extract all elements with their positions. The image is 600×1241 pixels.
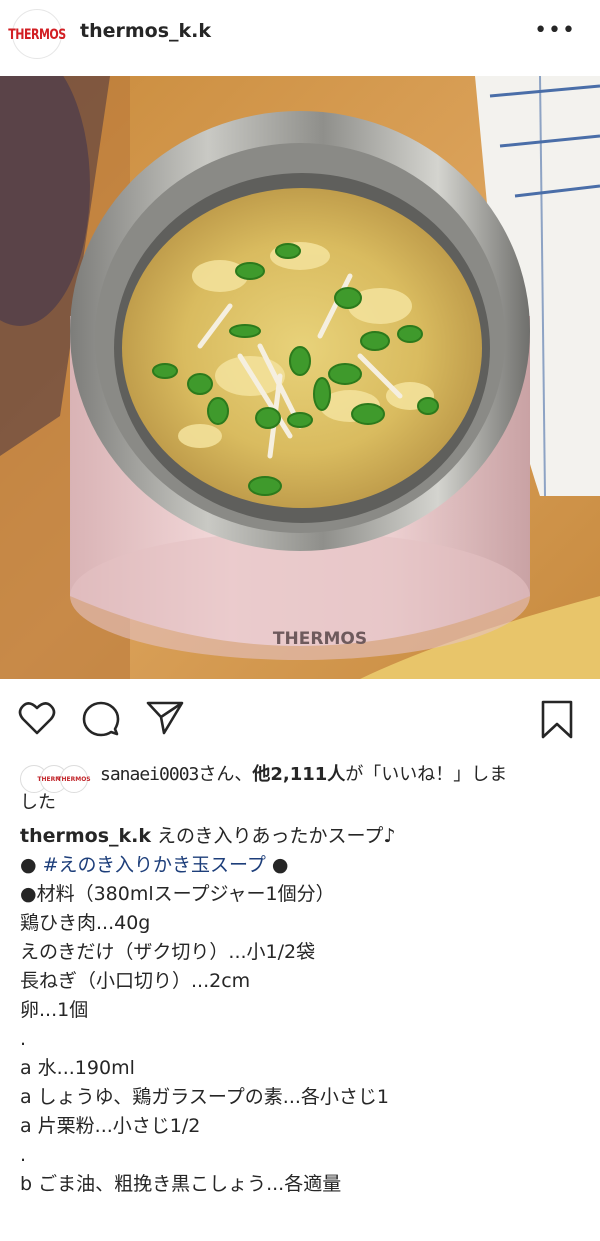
caption-line: b ごま油、粗挽き黒こしょう...各適量 [20, 1173, 342, 1195]
caption-title: えのき入りあったかスープ♪ [151, 825, 396, 847]
caption-line: えのきだけ（ザク切り）...小1/2袋 [20, 941, 316, 963]
send-icon [146, 701, 184, 735]
bullet: ● [20, 854, 43, 876]
caption-line: . [20, 1028, 27, 1050]
caption-line: 長ねぎ（小口切り）...2cm [20, 970, 251, 992]
jar-brand-label: THERMOS [273, 629, 367, 649]
avatar-logo-text: THERMOS [8, 25, 66, 43]
caption-hashtag[interactable]: #えのき入りかき玉スープ [43, 854, 266, 876]
liker-username[interactable]: sanaei0003 [100, 764, 199, 785]
post-username[interactable]: thermos_k.k [80, 20, 211, 42]
comment-icon [82, 701, 120, 737]
caption-line: a しょうゆ、鶏ガラスープの素...各小さじ1 [20, 1086, 389, 1108]
caption-line: . [20, 1144, 27, 1166]
comment-button[interactable] [82, 700, 120, 738]
post-header: THERMOS thermos_k.k ••• [0, 0, 600, 76]
bullet: ● [265, 854, 289, 876]
caption-line: 鶏ひき肉...40g [20, 912, 151, 934]
caption-line: ●材料（380mlスープジャー1個分） [20, 883, 335, 905]
caption-hashtag-line: ● #えのき入りかき玉スープ ● [20, 851, 590, 880]
bookmark-icon [541, 700, 573, 739]
caption-username[interactable]: thermos_k.k [20, 825, 151, 847]
like-button[interactable] [18, 700, 56, 736]
post-caption: thermos_k.k えのき入りあったかスープ♪ ● #えのき入りかき玉スープ… [20, 822, 590, 1199]
likes-text: sanaei0003さん、他2,111人が「いいね！」しま [100, 760, 600, 790]
post-photo[interactable]: THERMOS [0, 76, 600, 679]
caption-line: a 水...190ml [20, 1057, 135, 1079]
soup-jar-photo: THERMOS [0, 76, 600, 679]
likes-tail: が「いいね！」しま [345, 764, 508, 785]
likes-tail-wrap: した [20, 792, 56, 813]
heart-icon [18, 702, 56, 735]
caption-line: a 片栗粉...小さじ1/2 [20, 1115, 201, 1137]
profile-avatar[interactable]: THERMOS [8, 9, 66, 59]
save-button[interactable] [540, 700, 574, 740]
share-button[interactable] [146, 700, 184, 736]
caption-line: 卵...1個 [20, 999, 89, 1021]
caption-title-line: thermos_k.k えのき入りあったかスープ♪ [20, 822, 590, 851]
likes-count[interactable]: 他2,111人 [252, 764, 345, 785]
likes-mid: さん、 [198, 764, 253, 785]
liker-avatar: THERMOS [57, 765, 91, 793]
more-options-icon[interactable]: ••• [534, 20, 576, 42]
